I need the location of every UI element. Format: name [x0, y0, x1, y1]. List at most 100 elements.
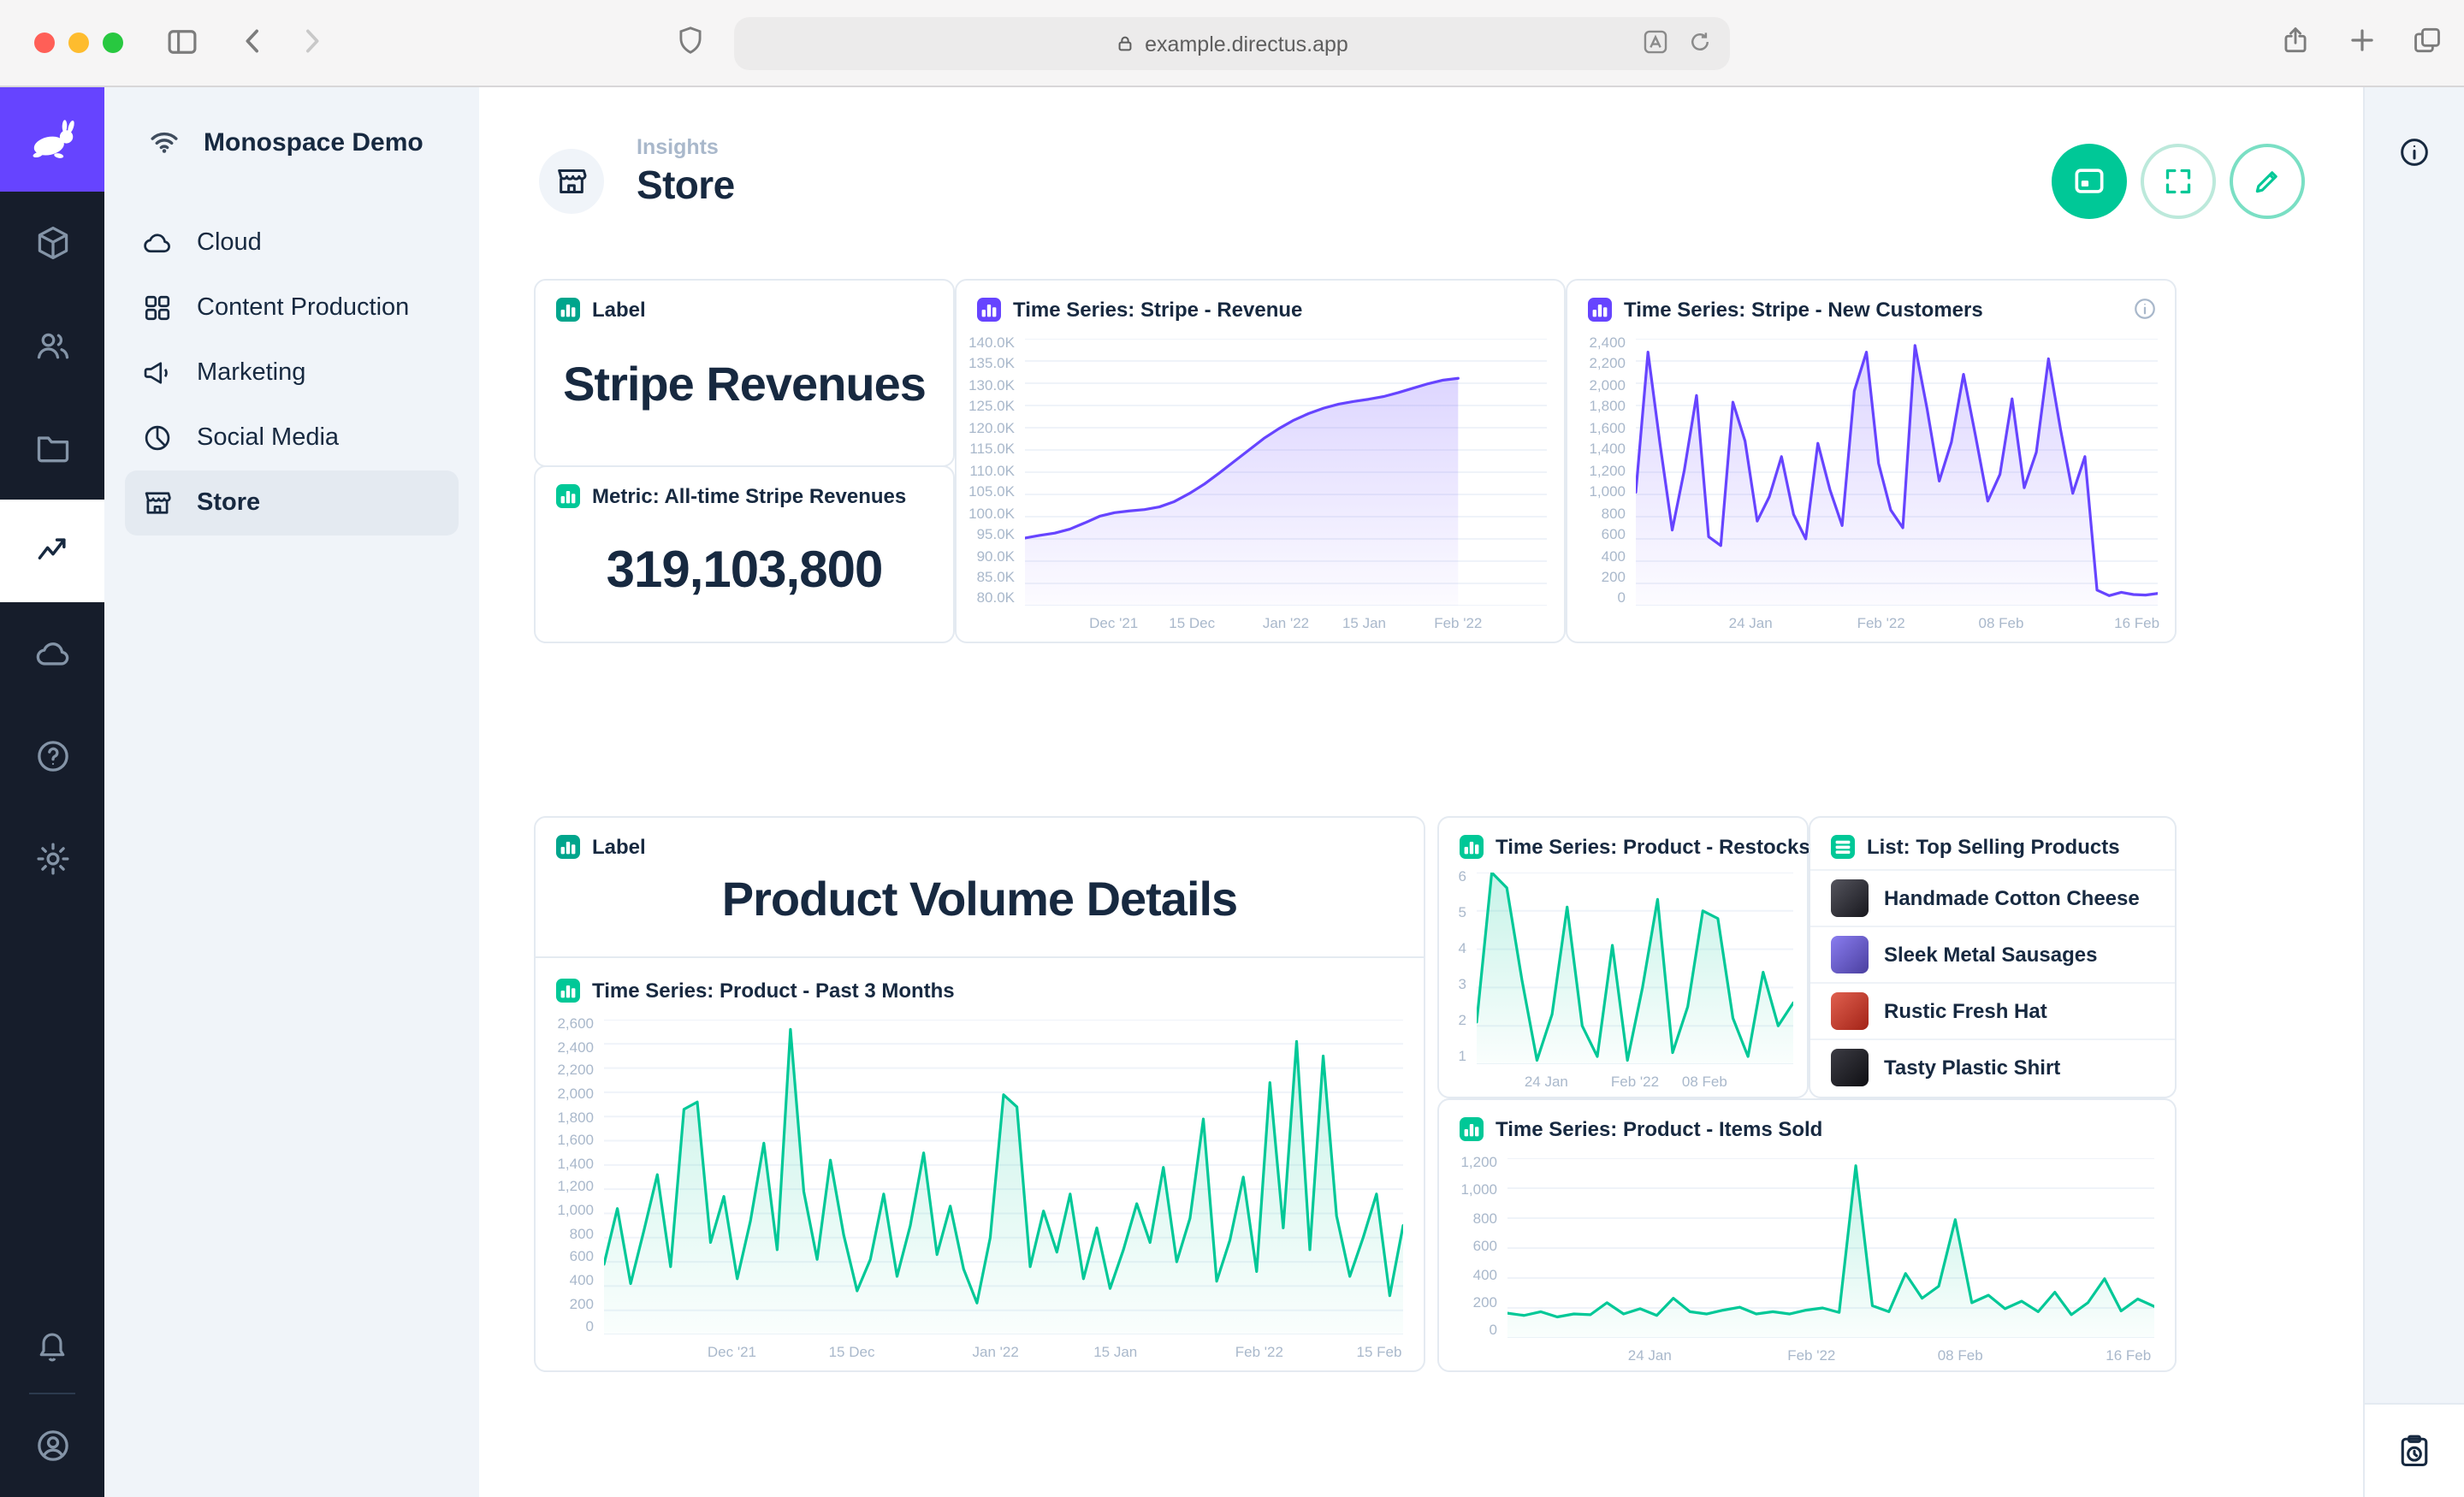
project-status-icon	[149, 127, 180, 157]
product-thumbnail	[1831, 1049, 1869, 1086]
directus-app: Monospace Demo Cloud Content Production …	[0, 87, 2464, 1497]
presentation-mode-button[interactable]	[2052, 144, 2127, 219]
panel-chart-icon	[1460, 1117, 1484, 1141]
translate-icon[interactable]	[1641, 27, 1670, 56]
product-items-sold-chart: 1,2001,000800600400200024 JanFeb '2208 F…	[1449, 1155, 2154, 1364]
panel-title: Time Series: Stripe - New Customers	[1624, 298, 1983, 322]
panel-title: Metric: All-time Stripe Revenues	[592, 484, 906, 508]
product-name: Tasty Plastic Shirt	[1884, 1056, 2060, 1080]
module-content[interactable]	[0, 192, 104, 294]
y-axis-ticks: 654321	[1446, 869, 1477, 1090]
panel-title: Time Series: Stripe - Revenue	[1013, 298, 1302, 322]
plot-area: 24 JanFeb '2208 Feb16 Feb	[1507, 1155, 2154, 1364]
right-sidebar	[2363, 87, 2464, 1497]
panel-product-volume: Label Product Volume Details Time Series…	[534, 816, 1425, 1372]
panel-title: Time Series: Product - Past 3 Months	[592, 979, 955, 1003]
share-icon[interactable]	[2279, 24, 2312, 56]
back-icon[interactable]	[236, 24, 270, 58]
minimize-window-button[interactable]	[68, 33, 89, 53]
sidebar-item-content-production[interactable]: Content Production	[125, 275, 459, 340]
panel-stripe-new-customers: Time Series: Stripe - New Customers 2,40…	[1566, 279, 2177, 643]
label-text: Product Volume Details	[549, 873, 1410, 927]
panel-chart-icon	[556, 484, 580, 508]
directus-rabbit-logo[interactable]	[0, 87, 104, 192]
project-header[interactable]: Monospace Demo	[104, 87, 479, 197]
sidebar-item-label: Social Media	[197, 424, 339, 452]
cloud-icon	[142, 228, 173, 258]
browser-sidebar-toggle-icon[interactable]	[164, 24, 200, 60]
panel-stripe-revenue: Time Series: Stripe - Revenue 140.0K135.…	[955, 279, 1566, 643]
product-past-3-months-chart: 2,6002,4002,2002,0001,8001,6001,4001,200…	[546, 1016, 1403, 1360]
panel-product-restocks: Time Series: Product - Restocks 65432124…	[1437, 816, 1809, 1098]
forward-icon[interactable]	[294, 24, 329, 58]
product-list: Handmade Cotton Cheese Sleek Metal Sausa…	[1810, 869, 2175, 1095]
sidebar-item-label: Store	[197, 489, 260, 517]
edit-dashboard-button[interactable]	[2230, 144, 2305, 219]
sidebar-item-label: Marketing	[197, 359, 305, 387]
panel-title: Time Series: Product - Items Sold	[1496, 1117, 1822, 1141]
megaphone-icon	[142, 358, 173, 388]
product-name: Rustic Fresh Hat	[1884, 999, 2047, 1023]
url-text: example.directus.app	[1145, 32, 1348, 56]
module-user-directory[interactable]	[0, 294, 104, 397]
module-cloud[interactable]	[0, 602, 104, 705]
panel-title: Label	[592, 298, 646, 322]
navigation-sidebar: Monospace Demo Cloud Content Production …	[104, 87, 479, 1497]
product-name: Handmade Cotton Cheese	[1884, 886, 2140, 910]
label-text: Stripe Revenues	[549, 358, 939, 412]
panel-chart-icon	[977, 298, 1001, 322]
plot-area: Dec '2115 DecJan '2215 JanFeb '2215 Feb	[604, 1016, 1403, 1360]
panel-divider	[536, 956, 1424, 958]
storefront-icon	[142, 488, 173, 518]
panel-chart-icon	[1460, 835, 1484, 859]
activity-clipboard-button[interactable]	[2363, 1403, 2464, 1497]
module-settings[interactable]	[0, 808, 104, 910]
module-bar	[0, 87, 104, 1497]
y-axis-ticks: 1,2001,0008006004002000	[1449, 1155, 1507, 1364]
reload-icon[interactable]	[1687, 29, 1713, 55]
list-item[interactable]: Sleek Metal Sausages	[1810, 926, 2175, 982]
product-thumbnail	[1831, 992, 1869, 1030]
module-files[interactable]	[0, 397, 104, 500]
list-item[interactable]: Handmade Cotton Cheese	[1810, 869, 2175, 926]
account-avatar-icon[interactable]	[0, 1411, 104, 1480]
panel-info-icon[interactable]	[2132, 296, 2158, 322]
zoom-window-button[interactable]	[103, 33, 123, 53]
lock-icon	[1116, 34, 1134, 53]
close-window-button[interactable]	[34, 33, 55, 53]
tab-overview-icon[interactable]	[2411, 24, 2443, 56]
y-axis-ticks: 2,4002,2002,0001,8001,6001,4001,2001,000…	[1578, 335, 1636, 631]
panel-top-selling-products: List: Top Selling Products Handmade Cott…	[1809, 816, 2177, 1098]
panel-metric-stripe: Metric: All-time Stripe Revenues 319,103…	[534, 465, 955, 643]
address-bar[interactable]: example.directus.app	[734, 17, 1730, 70]
product-thumbnail	[1831, 879, 1869, 917]
dashboard-icon-chip	[539, 149, 604, 214]
breadcrumb[interactable]: Insights	[637, 135, 719, 159]
window-controls	[34, 33, 123, 53]
module-help[interactable]	[0, 705, 104, 808]
pie-chart-icon	[142, 423, 173, 453]
project-name: Monospace Demo	[204, 127, 424, 157]
fullscreen-button[interactable]	[2141, 144, 2216, 219]
grid-icon	[142, 293, 173, 323]
sidebar-item-cloud[interactable]: Cloud	[125, 210, 459, 275]
stripe-revenue-chart: 140.0K135.0K130.0K125.0K120.0K115.0K110.…	[967, 335, 1547, 631]
module-insights[interactable]	[0, 500, 104, 602]
list-item[interactable]: Rustic Fresh Hat	[1810, 982, 2175, 1038]
sidebar-item-store[interactable]: Store	[125, 470, 459, 535]
dashboard-main: Insights Store Label Stripe Revenues Met…	[479, 87, 2363, 1497]
notifications-bell-icon[interactable]	[0, 1311, 104, 1379]
plot-area: Dec '2115 DecJan '2215 JanFeb '22	[1025, 335, 1547, 631]
privacy-shield-icon[interactable]	[674, 24, 707, 56]
product-name: Sleek Metal Sausages	[1884, 943, 2097, 967]
list-item[interactable]: Tasty Plastic Shirt	[1810, 1038, 2175, 1095]
new-tab-plus-icon[interactable]	[2346, 24, 2378, 56]
sidebar-item-marketing[interactable]: Marketing	[125, 340, 459, 405]
info-icon[interactable]	[2397, 135, 2431, 169]
nav-items: Cloud Content Production Marketing Socia…	[104, 197, 479, 535]
sidebar-item-social-media[interactable]: Social Media	[125, 405, 459, 470]
panel-chart-icon	[556, 298, 580, 322]
plot-area: 24 JanFeb '2208 Feb16 Feb	[1636, 335, 2158, 631]
panel-label-stripe: Label Stripe Revenues	[534, 279, 955, 467]
metric-value: 319,103,800	[549, 542, 939, 601]
